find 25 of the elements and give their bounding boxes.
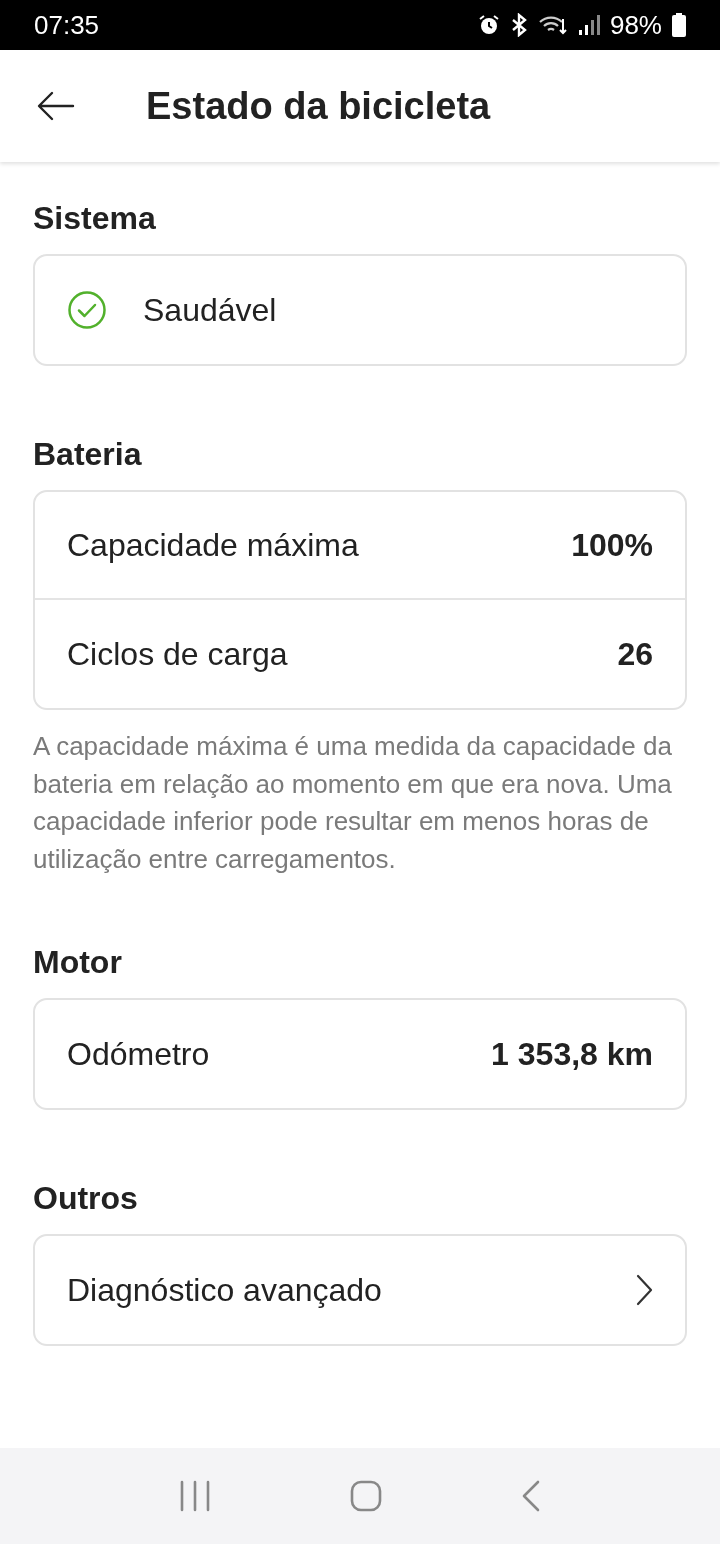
section-heading: Sistema [33,199,157,238]
chevron-right-icon [635,1274,653,1306]
back-icon[interactable] [520,1480,541,1512]
battery-note: A capacidade máxima é uma medida da capacidade da bateria em relação ao momento em que era nova. Uma capacidade inferior pode resultar em menos horas de utilização entre carregamentos. [33,730,673,876]
row-value: 26 [617,635,653,674]
alarm-icon [477,14,500,36]
section-heading: Bateria [33,435,143,474]
row-value: 1 353,8 km [491,1035,653,1074]
check-circle-icon [67,290,107,330]
section-heading: Motor [33,943,123,982]
list-item-button[interactable]: Diagnóstico avançado [35,1236,685,1344]
battery-icon [672,13,686,37]
row-value: 100% [571,526,653,565]
back-arrow-icon [37,91,75,121]
home-icon[interactable] [350,1480,382,1512]
status-time: 07:35 [34,8,100,42]
row-label: Capacidade máxima [67,526,359,565]
page-title: Estado da bicicleta [146,83,491,129]
row-label: Odómetro [67,1035,210,1074]
status-label: Saudável [143,291,277,330]
row-label: Ciclos de carga [67,635,288,674]
recent-apps-icon[interactable] [179,1480,212,1512]
section-heading: Outros [33,1179,139,1218]
battery-percent: 98% [609,8,662,42]
signal-icon [577,14,600,36]
